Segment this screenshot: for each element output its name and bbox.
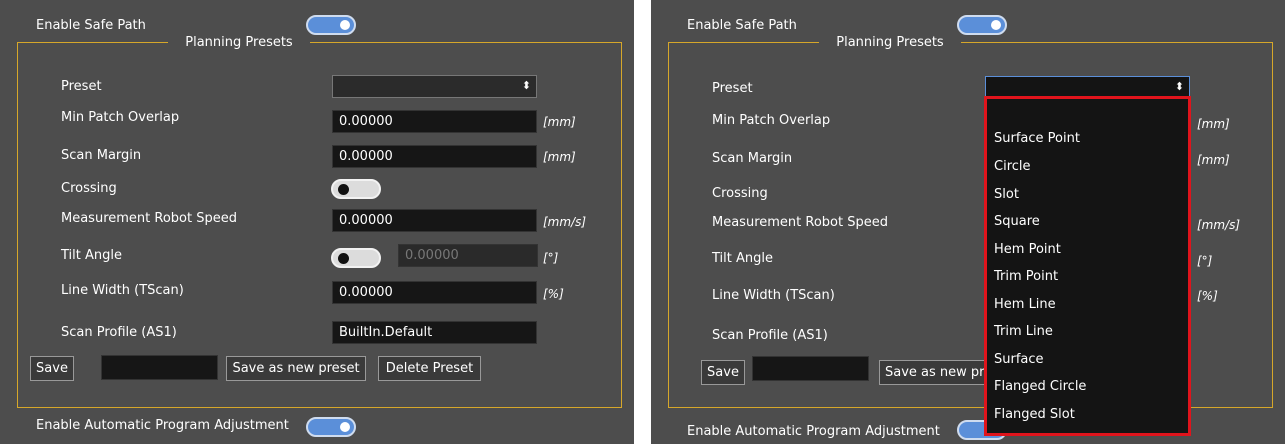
preset-option[interactable]: Surface (994, 352, 1044, 367)
measurement-robot-speed-unit: [mm/s] (543, 215, 587, 229)
tilt-angle-unit: [°] (543, 251, 559, 265)
enable-safe-path-toggle[interactable] (306, 15, 356, 35)
preset-label: Preset (61, 79, 102, 94)
preset-option[interactable]: Circle (994, 159, 1031, 174)
preset-option[interactable]: Trim Point (994, 269, 1058, 284)
planning-presets-legend: Planning Presets (168, 34, 310, 52)
scan-margin-label: Scan Margin (61, 148, 142, 163)
preset-name-input[interactable] (752, 356, 869, 381)
preset-option[interactable]: Trim Line (994, 324, 1053, 339)
enable-auto-adjust-label: Enable Automatic Program Adjustment (36, 418, 289, 433)
save-button[interactable]: Save (701, 360, 745, 385)
min-patch-overlap-unit: [mm] (543, 115, 576, 129)
delete-preset-button[interactable]: Delete Preset (378, 356, 481, 381)
updown-arrow-icon: ⬍ (521, 79, 531, 92)
min-patch-overlap-unit: [mm] (1197, 117, 1230, 131)
tilt-angle-label: Tilt Angle (712, 251, 773, 266)
tilt-angle-label: Tilt Angle (61, 248, 122, 263)
right-panel: Enable Safe Path Planning Presets Preset… (651, 0, 1285, 444)
scan-margin-unit: [mm] (543, 150, 576, 164)
enable-safe-path-label: Enable Safe Path (687, 18, 797, 33)
min-patch-overlap-label: Min Patch Overlap (61, 110, 180, 125)
tilt-angle-unit: [°] (1197, 254, 1213, 268)
line-width-unit: [%] (543, 287, 564, 301)
planning-presets-legend: Planning Presets (819, 34, 961, 52)
preset-name-input[interactable] (101, 355, 218, 380)
planning-presets-group: Planning Presets Preset ⬍ Min Patch Over… (17, 34, 622, 408)
preset-select[interactable]: ⬍ (332, 75, 537, 98)
preset-option[interactable]: Hem Point (994, 242, 1061, 257)
left-panel: Enable Safe Path Planning Presets Preset… (0, 0, 634, 444)
scan-profile-label: Scan Profile (AS1) (61, 325, 177, 340)
enable-auto-adjust-toggle[interactable] (306, 417, 356, 437)
preset-option[interactable]: Flanged Circle (994, 379, 1086, 394)
measurement-robot-speed-input[interactable]: 0.00000 (332, 209, 537, 232)
preset-dropdown-list: Surface Point Circle Slot Square Hem Poi… (984, 96, 1191, 436)
line-width-unit: [%] (1197, 289, 1218, 303)
measurement-robot-speed-label: Measurement Robot Speed (712, 215, 888, 230)
updown-arrow-icon: ⬍ (1174, 80, 1184, 93)
tilt-angle-toggle[interactable] (331, 248, 381, 268)
crossing-toggle[interactable] (331, 179, 381, 199)
line-width-label: Line Width (TScan) (712, 288, 835, 303)
enable-safe-path-toggle[interactable] (957, 15, 1007, 35)
measurement-robot-speed-unit: [mm/s] (1197, 218, 1241, 232)
preset-label: Preset (712, 81, 753, 96)
line-width-input[interactable]: 0.00000 (332, 281, 537, 304)
measurement-robot-speed-label: Measurement Robot Speed (61, 211, 237, 226)
scan-margin-unit: [mm] (1197, 153, 1230, 167)
scan-margin-input[interactable]: 0.00000 (332, 145, 537, 168)
preset-option[interactable]: Hem Line (994, 297, 1056, 312)
tilt-angle-input[interactable]: 0.00000 (398, 244, 538, 267)
enable-auto-adjust-label: Enable Automatic Program Adjustment (687, 424, 940, 439)
min-patch-overlap-input[interactable]: 0.00000 (332, 110, 537, 133)
crossing-label: Crossing (712, 186, 768, 201)
scan-profile-input[interactable]: BuiltIn.Default (332, 321, 537, 344)
scan-margin-label: Scan Margin (712, 151, 793, 166)
preset-option[interactable]: Slot (994, 187, 1019, 202)
preset-option[interactable]: Flanged Slot (994, 407, 1075, 422)
crossing-label: Crossing (61, 181, 117, 196)
preset-option[interactable]: Surface Point (994, 131, 1080, 146)
preset-option[interactable]: Square (994, 214, 1040, 229)
save-as-new-preset-button[interactable]: Save as new preset (226, 356, 366, 381)
save-button[interactable]: Save (30, 356, 74, 381)
enable-safe-path-label: Enable Safe Path (36, 18, 146, 33)
min-patch-overlap-label: Min Patch Overlap (712, 113, 831, 128)
line-width-label: Line Width (TScan) (61, 283, 184, 298)
scan-profile-label: Scan Profile (AS1) (712, 328, 828, 343)
save-as-new-preset-button[interactable]: Save as new pr (879, 360, 989, 385)
